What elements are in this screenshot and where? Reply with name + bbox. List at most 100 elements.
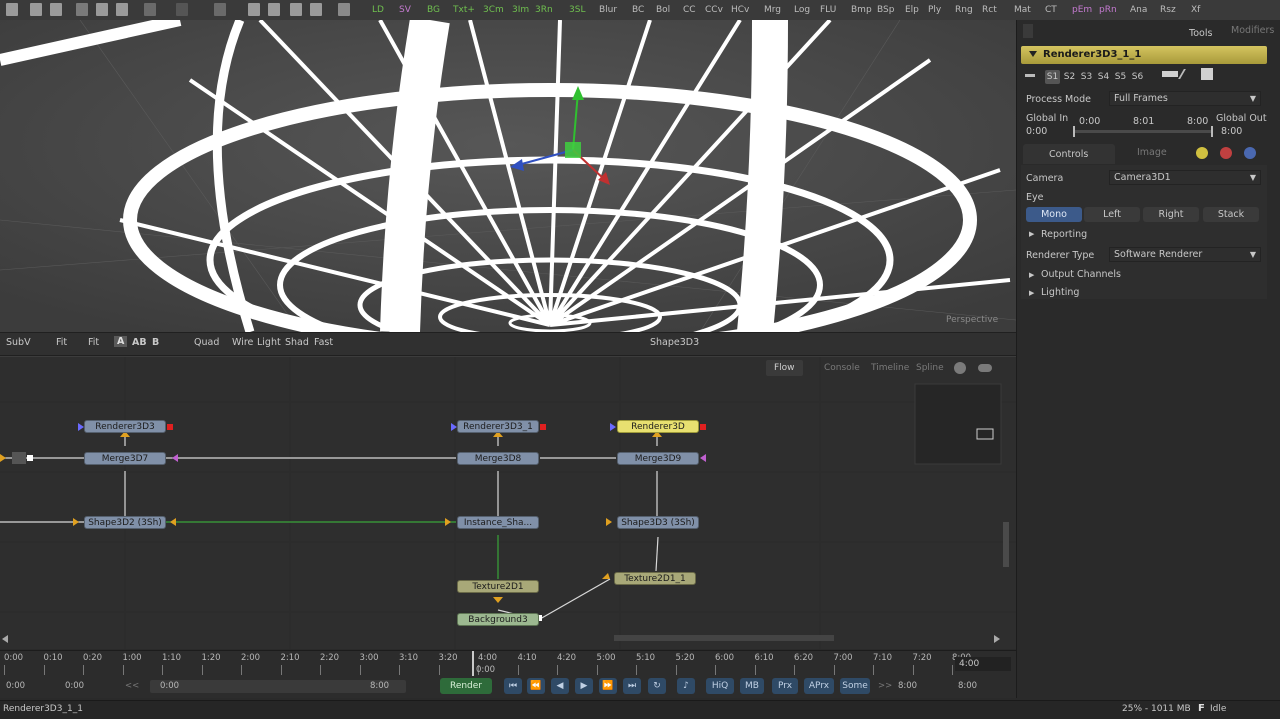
- node-texture2d1-1[interactable]: Texture2D1_1: [614, 572, 696, 585]
- node-instance-shape[interactable]: Instance_Sha...: [457, 516, 539, 529]
- render-start-field[interactable]: 0:00: [65, 681, 84, 691]
- info-icon[interactable]: [1244, 147, 1256, 159]
- tool-bg-button[interactable]: BG: [425, 3, 442, 17]
- tool-ct-button[interactable]: CT: [1043, 3, 1059, 17]
- tool-xf-button[interactable]: Xf: [1189, 3, 1202, 17]
- copy-icon[interactable]: [96, 3, 108, 16]
- a-buffer-button[interactable]: A: [114, 336, 128, 347]
- pen-icon[interactable]: [1178, 69, 1200, 79]
- version-slot-s4[interactable]: S4: [1096, 70, 1111, 84]
- fit-button[interactable]: Fit: [56, 337, 67, 348]
- tool-rct-button[interactable]: Rct: [980, 3, 999, 17]
- ab-buffer-button[interactable]: AB: [132, 337, 147, 348]
- eye-option-mono[interactable]: Mono: [1026, 207, 1082, 222]
- tool-flu-button[interactable]: FLU: [818, 3, 838, 17]
- range-handle-left[interactable]: [1073, 126, 1075, 137]
- tool-mrg-button[interactable]: Mrg: [762, 3, 783, 17]
- global-start-field[interactable]: 0:00: [6, 681, 25, 691]
- range-left-arrows[interactable]: <<: [125, 681, 139, 691]
- tool-bol-button[interactable]: Bol: [654, 3, 672, 17]
- layout-3-icon[interactable]: [290, 3, 302, 16]
- expand-output-icon[interactable]: ▶: [1029, 271, 1034, 279]
- global-in-value[interactable]: 0:00: [1026, 126, 1047, 137]
- wire-button[interactable]: Wire: [232, 337, 253, 348]
- loop-icon[interactable]: ↻: [648, 678, 666, 694]
- audio-icon[interactable]: ♪: [677, 678, 695, 694]
- new-icon[interactable]: [6, 3, 18, 16]
- proxy-button[interactable]: Prx: [772, 678, 798, 694]
- tool-ana-button[interactable]: Ana: [1128, 3, 1149, 17]
- tab-controls[interactable]: Controls: [1023, 144, 1115, 164]
- radiation-icon[interactable]: [1196, 147, 1208, 159]
- tab-modifiers[interactable]: Modifiers: [1231, 25, 1274, 36]
- panel-pin-icon[interactable]: [1023, 24, 1033, 38]
- fit-button-2[interactable]: Fit: [88, 337, 99, 348]
- reporting-section[interactable]: Reporting: [1041, 229, 1087, 240]
- tab-tools[interactable]: Tools: [1185, 28, 1216, 39]
- tool-elp-button[interactable]: Elp: [903, 3, 921, 17]
- global-range-slider[interactable]: [1073, 130, 1213, 133]
- quad-button[interactable]: Quad: [194, 337, 219, 348]
- end-time-field[interactable]: 4:00: [955, 657, 1011, 671]
- save-icon[interactable]: [50, 3, 62, 16]
- hiq-button[interactable]: HiQ: [706, 678, 734, 694]
- node-texture2d1[interactable]: Texture2D1: [457, 580, 539, 593]
- script-icon[interactable]: [338, 3, 350, 16]
- range-handle-right[interactable]: [1211, 126, 1213, 137]
- node-renderer3d3-1[interactable]: Renderer3D3_1: [457, 420, 539, 433]
- layout-1-icon[interactable]: [248, 3, 260, 16]
- tool-rsz-button[interactable]: Rsz: [1158, 3, 1178, 17]
- subv-button[interactable]: SubV: [6, 337, 31, 348]
- tool-rng-button[interactable]: Rng: [953, 3, 975, 17]
- global-out-value[interactable]: 8:00: [1221, 126, 1242, 137]
- node-background3[interactable]: Background3: [457, 613, 539, 626]
- pointer-icon[interactable]: [214, 3, 226, 16]
- tool-3rn-button[interactable]: 3Rn: [533, 3, 555, 17]
- redo-icon[interactable]: [176, 3, 188, 16]
- layout-2-icon[interactable]: [268, 3, 280, 16]
- play-icon[interactable]: ▶: [575, 678, 593, 694]
- tool-ld-button[interactable]: LD: [370, 3, 386, 17]
- eye-option-stack[interactable]: Stack: [1203, 207, 1259, 222]
- tool-log-button[interactable]: Log: [792, 3, 812, 17]
- process-mode-dropdown[interactable]: Full Frames ▼: [1109, 91, 1261, 106]
- tool-mat-button[interactable]: Mat: [1012, 3, 1033, 17]
- b-buffer-button[interactable]: B: [152, 337, 159, 348]
- version-slot-s3[interactable]: S3: [1079, 70, 1094, 84]
- playhead[interactable]: [472, 651, 474, 677]
- node-shape3d3[interactable]: Shape3D3 (3Sh): [617, 516, 699, 529]
- tool-ccv-button[interactable]: CCv: [703, 3, 725, 17]
- camera-dropdown[interactable]: Camera3D1 ▼: [1109, 170, 1261, 185]
- tool-sv-button[interactable]: SV: [397, 3, 413, 17]
- link-icon[interactable]: [1162, 71, 1178, 77]
- node-renderer3d3-1-1[interactable]: Renderer3D: [617, 420, 699, 433]
- 3d-viewer[interactable]: Perspective: [0, 20, 1016, 332]
- motion-blur-button[interactable]: MB: [740, 678, 764, 694]
- step-back-icon[interactable]: ⏪: [527, 678, 545, 694]
- eye-option-left[interactable]: Left: [1084, 207, 1140, 222]
- range-slider[interactable]: 0:00 8:00: [150, 680, 406, 693]
- save-settings-icon[interactable]: [1201, 68, 1213, 80]
- tool-cc-button[interactable]: CC: [681, 3, 698, 17]
- render-button[interactable]: Render: [440, 678, 492, 694]
- node-renderer3d3[interactable]: Renderer3D3: [84, 420, 166, 433]
- time-ruler[interactable]: 0:00 0:10 0:20 1:00 1:10 1:20 2:00 2:10 2:20 3:00…: [0, 650, 1016, 677]
- renderer-type-dropdown[interactable]: Software Renderer ▼: [1109, 247, 1261, 262]
- fast-button[interactable]: Fast: [314, 337, 333, 348]
- node-merge3d9[interactable]: Merge3D9: [617, 452, 699, 465]
- tool-txt-button[interactable]: Txt+: [451, 3, 477, 17]
- tab-image[interactable]: Image: [1137, 147, 1167, 158]
- selective-update-button[interactable]: Some: [840, 678, 870, 694]
- paste-icon[interactable]: [116, 3, 128, 16]
- tool-hcv-button[interactable]: HCv: [729, 3, 751, 17]
- expand-lighting-icon[interactable]: ▶: [1029, 289, 1034, 297]
- node-merge3d8[interactable]: Merge3D8: [457, 452, 539, 465]
- eye-option-right[interactable]: Right: [1143, 207, 1199, 222]
- tool-3sl-button[interactable]: 3SL: [567, 3, 587, 17]
- flow-editor[interactable]: Flow Console Timeline Spline Renderer3D3…: [0, 356, 1016, 649]
- expand-reporting-icon[interactable]: ▶: [1029, 230, 1034, 238]
- tool-3im-button[interactable]: 3Im: [510, 3, 531, 17]
- version-slot-s6[interactable]: S6: [1130, 70, 1145, 84]
- lighting-section[interactable]: Lighting: [1041, 287, 1079, 298]
- version-slot-s5[interactable]: S5: [1113, 70, 1128, 84]
